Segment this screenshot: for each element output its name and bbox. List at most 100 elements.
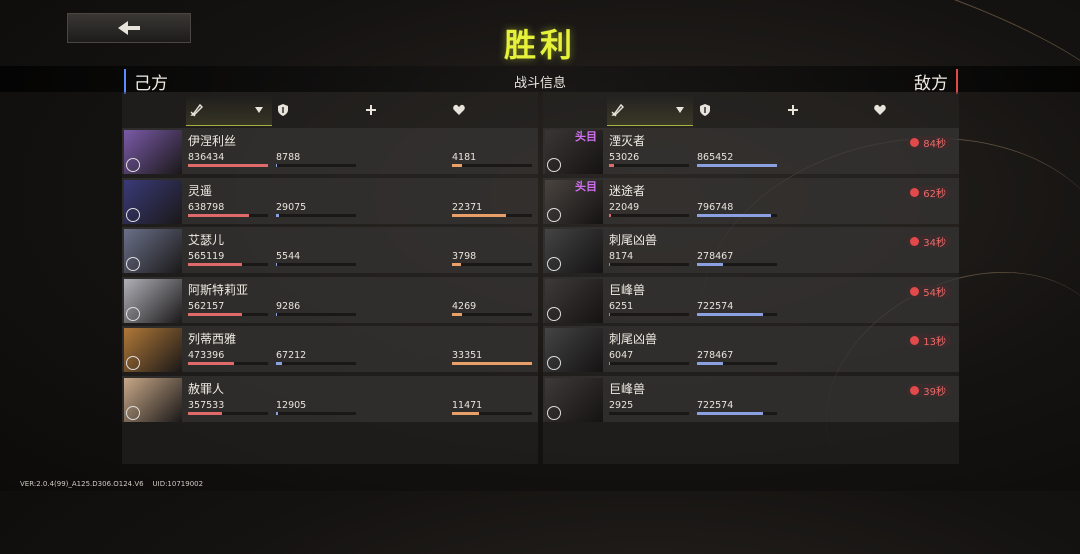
ally-taken-value: 9286 (276, 300, 301, 312)
ally-taken-value: 29075 (276, 201, 307, 213)
ally-row[interactable]: 列蒂西雅 473396 67212 33351 (122, 326, 538, 372)
enemy-row[interactable]: 巨峰兽 6251 722574 54秒 (543, 276, 959, 323)
ally-damage-value: 562157 (188, 300, 225, 312)
shield-icon (700, 104, 710, 116)
enemy-type-icon (547, 405, 561, 420)
class-badge-icon (126, 207, 140, 222)
ally-row[interactable]: 艾瑟儿 565119 5544 3798 (122, 227, 538, 273)
ally-taken-value: 8788 (276, 152, 301, 163)
ally-damage-value: 638798 (188, 201, 225, 213)
boss-tag: 头目 (575, 130, 597, 143)
plus-icon (788, 105, 798, 115)
enemy-sort-heal-tab[interactable] (786, 95, 866, 125)
ally-heal-bar (452, 362, 532, 365)
enemy-row[interactable]: 刺尾凶兽 6047 278467 13秒 (543, 326, 959, 372)
enemy-type-icon (547, 306, 561, 321)
enemy-row[interactable]: 头目 湮灭者 53026 865452 84秒 (543, 128, 959, 174)
ally-damage-value: 836434 (188, 152, 225, 163)
sword-icon (190, 103, 203, 117)
ally-name: 灵遥 (188, 183, 213, 198)
enemy-damage-bar (609, 164, 689, 167)
enemy-row[interactable]: 巨峰兽 2925 722574 39秒 (543, 375, 959, 422)
ally-heal-value: 3798 (452, 251, 477, 262)
enemy-type-icon (547, 257, 561, 271)
ally-taken-bar (276, 263, 356, 266)
plus-icon (366, 105, 376, 115)
version-text: VER:2.0.4(99)_A125.D306.O124.V6 (20, 480, 144, 488)
ally-taken-bar (276, 312, 356, 316)
heart-icon (874, 104, 886, 115)
ally-taken-bar (276, 362, 356, 365)
boss-tag: 头目 (575, 179, 597, 193)
enemy-damage-value: 2925 (609, 399, 634, 411)
ally-heal-value: 22371 (452, 201, 483, 213)
heart-icon (453, 104, 465, 115)
ally-heal-bar (452, 411, 532, 415)
ally-row[interactable]: 伊涅利丝 836434 8788 4181 (122, 128, 538, 174)
enemy-taken-bar (697, 213, 777, 217)
enemy-taken-value: 722574 (697, 399, 734, 411)
class-badge-icon (126, 405, 140, 420)
enemy-name: 巨峰兽 (609, 282, 646, 297)
enemy-sort-shield-tab[interactable] (873, 95, 953, 125)
sword-icon (611, 103, 624, 117)
sort-heal-tab[interactable] (364, 95, 444, 125)
ally-taken-bar (276, 213, 356, 217)
enemy-taken-bar (697, 164, 777, 167)
class-badge-icon (126, 158, 140, 172)
ally-row[interactable]: 赦罪人 357533 12905 11471 (122, 375, 538, 422)
enemy-name: 湮灭者 (609, 134, 646, 148)
ally-damage-bar (188, 164, 268, 167)
ally-heal-value: 4181 (452, 152, 477, 163)
class-badge-icon (126, 356, 140, 370)
sort-shield-tab[interactable] (452, 95, 532, 125)
timer-text: 84秒 (923, 139, 946, 150)
enemy-damage-bar (609, 362, 689, 365)
enemy-name: 迷途者 (609, 183, 646, 198)
enemy-taken-value: 796748 (697, 201, 734, 213)
enemy-type-icon (547, 207, 561, 222)
enemy-taken-value: 865452 (697, 152, 734, 163)
enemy-damage-bar (609, 213, 689, 217)
footer-info: VER:2.0.4(99)_A125.D306.O124.V6 UID:1071… (20, 480, 203, 488)
ally-taken-value: 67212 (276, 350, 307, 361)
ally-name: 阿斯特莉亚 (188, 282, 249, 297)
ally-heal-value: 11471 (452, 399, 483, 411)
victory-title: 胜利 (503, 26, 576, 64)
enemy-taken-bar (697, 362, 777, 365)
skull-icon (910, 385, 920, 395)
ally-heal-bar (452, 312, 532, 316)
enemy-damage-value: 8174 (609, 251, 634, 262)
sort-down-icon (676, 107, 684, 113)
enemy-row[interactable]: 刺尾凶兽 8174 278467 34秒 (543, 227, 959, 273)
enemy-damage-value: 6251 (609, 300, 634, 312)
enemy-row[interactable]: 头目 迷途者 22049 796748 62秒 (543, 177, 959, 224)
ally-damage-value: 357533 (188, 399, 225, 411)
ally-taken-bar (276, 411, 356, 415)
skull-icon (910, 286, 920, 296)
ally-heal-bar (452, 164, 532, 167)
ally-damage-bar (188, 312, 268, 316)
sort-damage-tab[interactable] (186, 95, 272, 126)
timer-text: 62秒 (923, 188, 946, 200)
enemy-taken-value: 278467 (697, 350, 734, 361)
enemy-sort-damage-tab[interactable] (607, 95, 693, 126)
shield-icon (278, 104, 288, 116)
enemy-sort-taken-tab[interactable] (698, 95, 778, 125)
enemy-damage-bar (609, 411, 689, 415)
ally-row[interactable]: 阿斯特莉亚 562157 9286 4269 (122, 276, 538, 323)
ally-heal-bar (452, 213, 532, 217)
ally-heal-value: 4269 (452, 300, 477, 312)
enemy-type-icon (547, 158, 561, 172)
ally-damage-bar (188, 263, 268, 266)
sort-down-icon (255, 107, 263, 113)
ally-damage-value: 565119 (188, 251, 225, 262)
ally-name: 列蒂西雅 (188, 332, 237, 346)
enemy-damage-value: 6047 (609, 350, 634, 361)
ally-damage-bar (188, 213, 268, 217)
ally-heal-bar (452, 263, 532, 266)
skull-icon (910, 187, 920, 197)
enemy-name: 巨峰兽 (609, 381, 646, 396)
sort-taken-tab[interactable] (276, 95, 356, 125)
ally-row[interactable]: 灵遥 638798 29075 22371 (122, 177, 538, 224)
